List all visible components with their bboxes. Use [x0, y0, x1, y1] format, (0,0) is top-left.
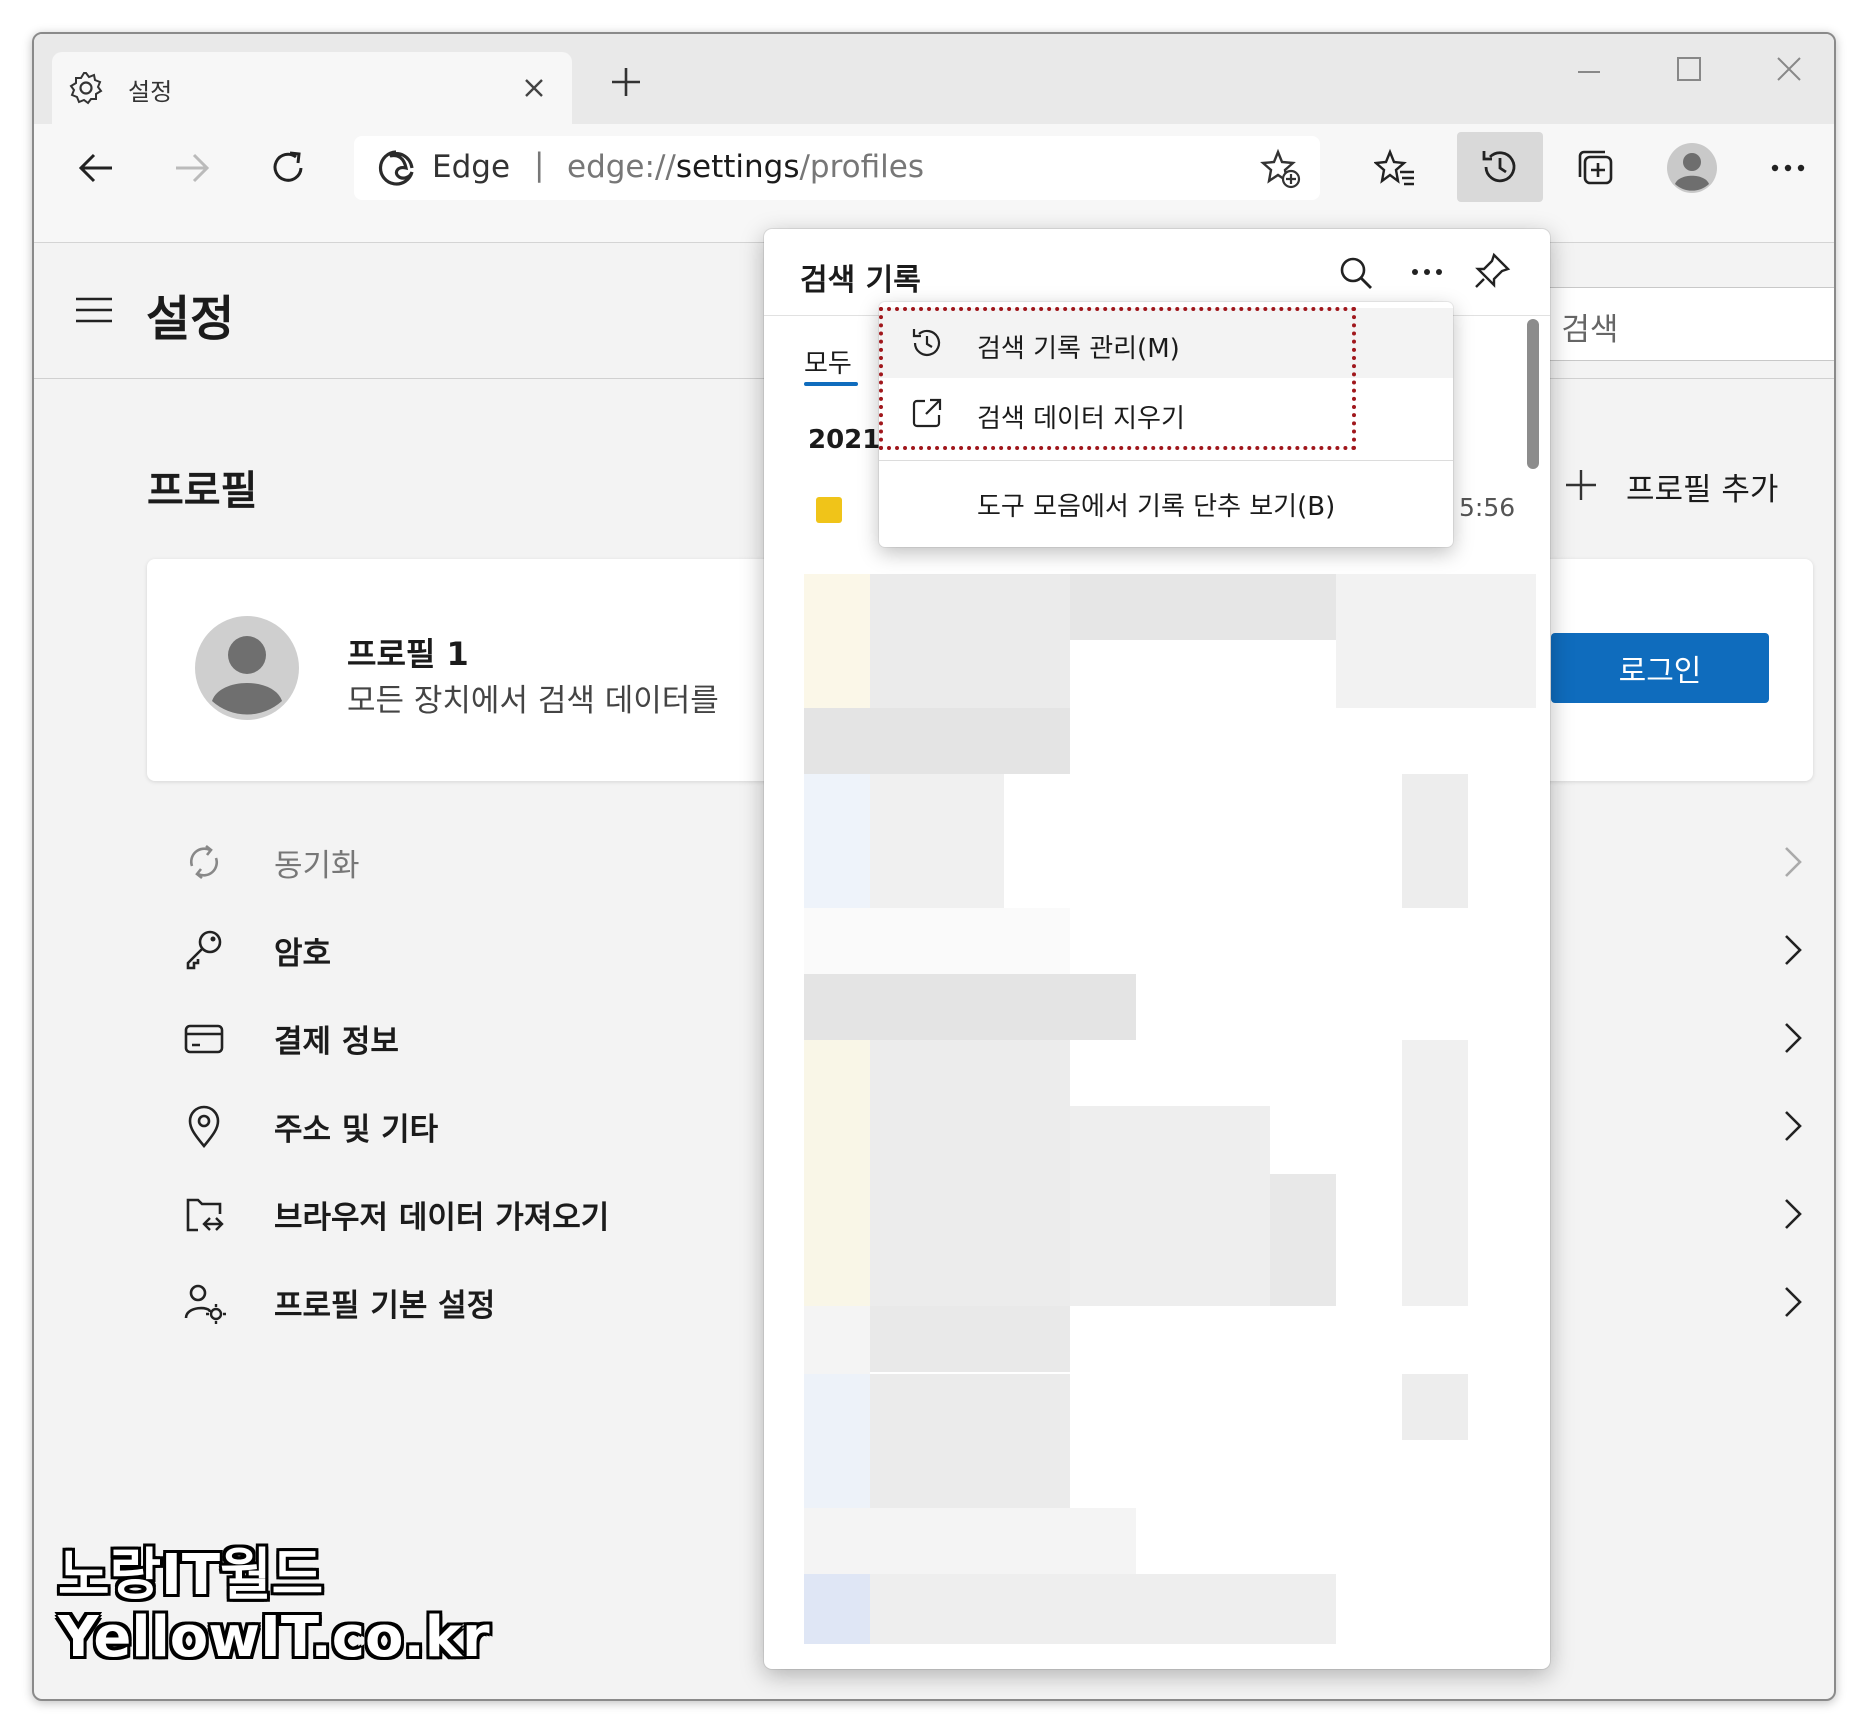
add-favorite-icon[interactable]: [1260, 148, 1302, 190]
chevron-right-icon: [1776, 1282, 1806, 1322]
close-icon[interactable]: [520, 74, 548, 102]
plus-icon[interactable]: [608, 64, 644, 100]
address-url: edge://settings/profiles: [567, 149, 924, 185]
menu-label-passwords: 암호: [274, 936, 332, 972]
login-button[interactable]: 로그인: [1551, 633, 1769, 703]
menu-label-payment: 결제 정보: [274, 1024, 399, 1060]
avatar: [194, 615, 300, 721]
blurred-history-entries: [804, 574, 1536, 1644]
show-history-button-item[interactable]: 도구 모음에서 기록 단추 보기(B): [879, 466, 1453, 536]
refresh-icon[interactable]: [252, 136, 324, 200]
plus-icon: [1566, 470, 1596, 500]
menu-divider: [879, 460, 1453, 461]
show-history-button-label: 도구 모음에서 기록 단추 보기(B): [977, 492, 1336, 522]
minimize-icon[interactable]: [1574, 56, 1604, 86]
close-icon[interactable]: [1774, 54, 1804, 84]
favorites-icon[interactable]: [1359, 136, 1431, 200]
page-title: 설정: [146, 291, 235, 347]
address-bar[interactable]: Edge | edge://settings/profiles: [354, 136, 1320, 200]
menu-label-sync: 동기화: [274, 848, 360, 884]
history-entry-time: 5:56: [1459, 493, 1516, 522]
site-favicon: [816, 497, 842, 523]
more-icon[interactable]: [1752, 136, 1824, 200]
maximize-icon[interactable]: [1674, 54, 1704, 84]
import-folder-icon: [180, 1190, 228, 1238]
watermark-line-1: 노랑IT월드: [58, 1543, 324, 1608]
avatar-icon[interactable]: [1656, 136, 1728, 200]
tab-title: 설정: [128, 78, 173, 106]
menu-label-address: 주소 및 기타: [274, 1112, 439, 1148]
history-panel: 검색 기록 모두 2021 5:56 검색 기록 관리(M) 검색 데이터 지우…: [764, 229, 1550, 1669]
watermark-logo: 노랑IT월드 YellowIT.co.kr: [58, 1545, 490, 1669]
history-list-blurred: [804, 574, 1538, 1644]
menu-label-profile-preferences: 프로필 기본 설정: [274, 1288, 496, 1324]
tab-all-underline: [804, 382, 858, 386]
history-panel-title: 검색 기록: [800, 263, 921, 298]
chevron-right-icon: [1776, 842, 1806, 882]
address-site-label: Edge: [432, 149, 511, 185]
browser-window: 설정 Edge | edge://settings/profiles 설정 정 …: [32, 32, 1836, 1701]
back-arrow-icon[interactable]: [60, 136, 132, 200]
collections-icon[interactable]: [1560, 136, 1632, 200]
watermark-line-2: YellowIT.co.kr: [58, 1605, 490, 1670]
profile-section-title: 프로필: [147, 468, 258, 514]
menu-label-import: 브라우저 데이터 가져오기: [274, 1200, 610, 1236]
settings-search-input[interactable]: 정 검색: [1514, 287, 1834, 361]
url-prefix: edge://: [567, 149, 676, 185]
forward-arrow-icon: [156, 136, 228, 200]
browser-toolbar: Edge | edge://settings/profiles: [34, 124, 1834, 243]
tab-all[interactable]: 모두: [804, 343, 852, 380]
location-pin-icon: [180, 1102, 228, 1150]
hamburger-menu-icon[interactable]: [74, 295, 114, 325]
key-icon: [180, 926, 228, 974]
chevron-right-icon: [1776, 1018, 1806, 1058]
profile-name: 프로필 1: [347, 635, 469, 673]
add-profile-label: 프로필 추가: [1626, 472, 1779, 508]
credit-card-icon: [180, 1014, 228, 1062]
profile-description: 모든 장치에서 검색 데이터를: [347, 683, 719, 719]
more-icon[interactable]: [1410, 267, 1444, 277]
date-heading: 2021: [808, 425, 881, 455]
chevron-right-icon: [1776, 930, 1806, 970]
highlight-box: [879, 307, 1356, 450]
history-icon: [1478, 145, 1522, 189]
profile-settings-icon: [180, 1278, 228, 1326]
scrollbar-thumb[interactable]: [1527, 319, 1539, 469]
tab-bar: 설정: [34, 34, 1834, 124]
chevron-right-icon: [1776, 1194, 1806, 1234]
pin-icon[interactable]: [1472, 251, 1512, 291]
chevron-right-icon: [1776, 1106, 1806, 1146]
url-suffix: /profiles: [799, 149, 924, 185]
history-button[interactable]: [1457, 132, 1543, 202]
gear-icon: [68, 70, 104, 106]
url-main: settings: [675, 149, 800, 185]
sync-icon: [180, 838, 228, 886]
search-icon[interactable]: [1336, 253, 1376, 293]
address-separator: |: [534, 147, 545, 183]
edge-logo-icon: [376, 148, 416, 188]
tab-settings[interactable]: 설정: [52, 52, 572, 124]
